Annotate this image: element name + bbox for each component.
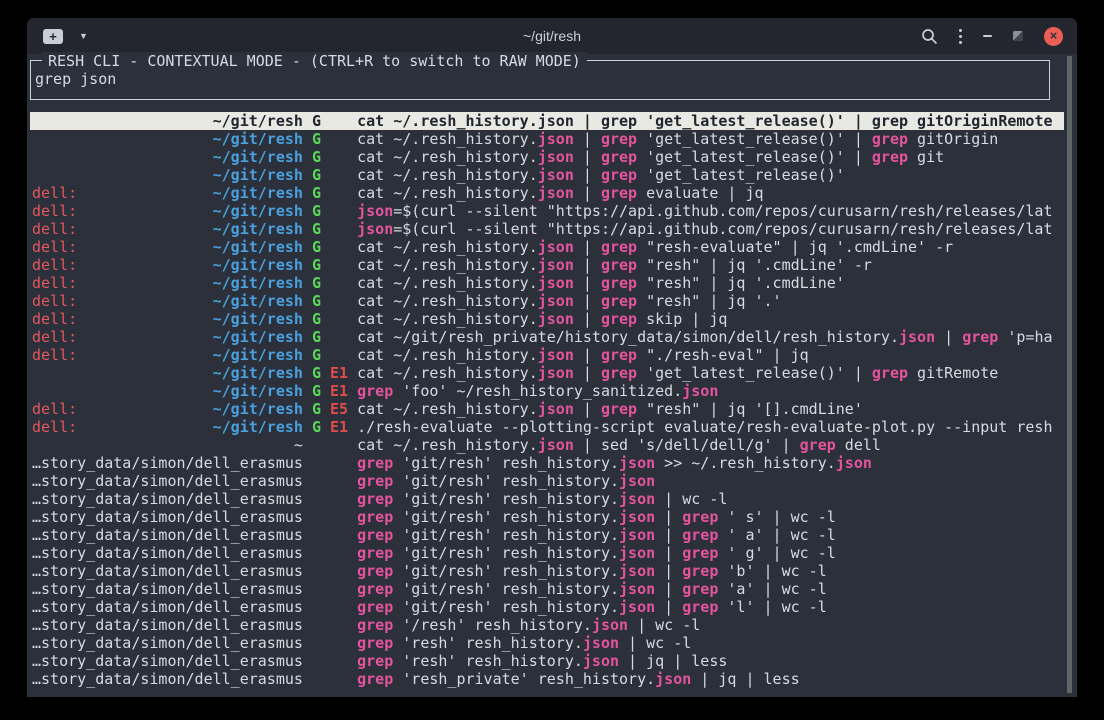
history-row[interactable]: ~/git/resh G cat ~/.resh_history.json | … <box>30 166 1064 184</box>
history-row[interactable]: dell: ~/git/resh G cat ~/.resh_history.j… <box>30 256 1064 274</box>
menu-kebab-icon[interactable] <box>959 29 962 44</box>
history-row[interactable]: …story_data/simon/dell_erasmus grep 'res… <box>30 634 1064 652</box>
history-row[interactable]: ~/git/resh G cat ~/.resh_history.json | … <box>30 148 1064 166</box>
history-row[interactable]: ~/git/resh G E1 cat ~/.resh_history.json… <box>30 364 1064 382</box>
history-row[interactable]: …story_data/simon/dell_erasmus grep 'git… <box>30 580 1064 598</box>
history-row[interactable]: dell: ~/git/resh G E1 ./resh-evaluate --… <box>30 418 1064 436</box>
history-row[interactable]: dell: ~/git/resh G cat ~/.resh_history.j… <box>30 238 1064 256</box>
history-row[interactable]: dell: ~/git/resh G cat ~/.resh_history.j… <box>30 274 1064 292</box>
history-row[interactable]: dell: ~/git/resh G cat ~/git/resh_privat… <box>30 328 1064 346</box>
history-row[interactable]: dell: ~/git/resh G json=$(curl --silent … <box>30 220 1064 238</box>
history-row[interactable]: ~/git/resh G cat ~/.resh_history.json | … <box>30 130 1064 148</box>
history-row[interactable]: ~/git/resh G E1 grep 'foo' ~/resh_histor… <box>30 382 1064 400</box>
resh-mode-header: RESH CLI - CONTEXTUAL MODE - (CTRL+R to … <box>42 52 587 70</box>
history-row[interactable]: …story_data/simon/dell_erasmus grep 'git… <box>30 598 1064 616</box>
history-row[interactable]: …story_data/simon/dell_erasmus grep 'git… <box>30 472 1064 490</box>
history-row[interactable]: …story_data/simon/dell_erasmus grep 'git… <box>30 490 1064 508</box>
history-row-selected[interactable]: ~/git/resh G cat ~/.resh_history.json | … <box>30 112 1064 130</box>
chevron-down-icon[interactable]: ▼ <box>79 32 88 41</box>
resh-query-box: RESH CLI - CONTEXTUAL MODE - (CTRL+R to … <box>30 60 1050 100</box>
history-list: ~/git/resh G cat ~/.resh_history.json | … <box>30 112 1064 688</box>
history-row[interactable]: …story_data/simon/dell_erasmus grep 'git… <box>30 562 1064 580</box>
minimize-button[interactable] <box>983 35 992 37</box>
close-button[interactable]: × <box>1044 27 1063 46</box>
history-row[interactable]: dell: ~/git/resh G cat ~/.resh_history.j… <box>30 292 1064 310</box>
window-title: ~/git/resh <box>523 28 581 44</box>
history-row[interactable]: dell: ~/git/resh G cat ~/.resh_history.j… <box>30 310 1064 328</box>
history-row[interactable]: dell: ~/git/resh G E5 cat ~/.resh_histor… <box>30 400 1064 418</box>
history-row[interactable]: …story_data/simon/dell_erasmus grep '/re… <box>30 616 1064 634</box>
history-row[interactable]: …story_data/simon/dell_erasmus grep 'res… <box>30 670 1064 688</box>
terminal-window: + ▼ ~/git/resh × RESH CLI - CONTEXTUAL M… <box>27 18 1077 697</box>
terminal-content: RESH CLI - CONTEXTUAL MODE - (CTRL+R to … <box>27 54 1077 697</box>
history-row[interactable]: …story_data/simon/dell_erasmus grep 'res… <box>30 652 1064 670</box>
history-row[interactable]: …story_data/simon/dell_erasmus grep 'git… <box>30 526 1064 544</box>
history-row[interactable]: …story_data/simon/dell_erasmus grep 'git… <box>30 544 1064 562</box>
history-row[interactable]: dell: ~/git/resh G json=$(curl --silent … <box>30 202 1064 220</box>
history-row[interactable]: …story_data/simon/dell_erasmus grep 'git… <box>30 454 1064 472</box>
history-row[interactable]: ~ cat ~/.resh_history.json | sed 's/dell… <box>30 436 1064 454</box>
restore-button[interactable] <box>1013 31 1023 41</box>
history-row[interactable]: dell: ~/git/resh G cat ~/.resh_history.j… <box>30 184 1064 202</box>
history-row[interactable]: dell: ~/git/resh G cat ~/.resh_history.j… <box>30 346 1064 364</box>
close-icon: × <box>1050 29 1058 42</box>
scrollbar[interactable] <box>1067 56 1072 693</box>
new-tab-icon[interactable]: + <box>43 29 63 44</box>
search-icon[interactable] <box>921 28 938 45</box>
history-row[interactable]: …story_data/simon/dell_erasmus grep 'git… <box>30 508 1064 526</box>
titlebar: + ▼ ~/git/resh × <box>27 18 1077 54</box>
